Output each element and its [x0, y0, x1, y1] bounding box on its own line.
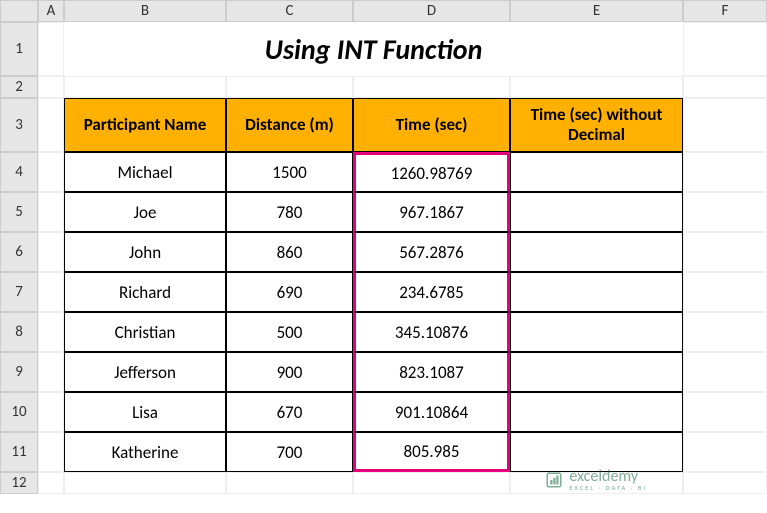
cell-D11[interactable]: 805.985 — [353, 432, 510, 472]
cell-B9[interactable]: Jefferson — [64, 352, 226, 392]
cell-D9[interactable]: 823.1087 — [353, 352, 510, 392]
row-header-10[interactable]: 10 — [0, 392, 38, 432]
cell-C2[interactable] — [226, 76, 353, 98]
cell-A5[interactable] — [38, 192, 64, 232]
select-all-corner[interactable] — [0, 0, 38, 22]
col-header-F[interactable]: F — [683, 0, 767, 22]
cell-B2[interactable] — [64, 76, 226, 98]
table-header-name[interactable]: Participant Name — [64, 98, 226, 152]
cell-C9[interactable]: 900 — [226, 352, 353, 392]
col-header-E[interactable]: E — [510, 0, 683, 22]
cell-A4[interactable] — [38, 152, 64, 192]
cell-A6[interactable] — [38, 232, 64, 272]
cell-D8[interactable]: 345.10876 — [353, 312, 510, 352]
cell-E2[interactable] — [510, 76, 683, 98]
cell-A12[interactable] — [38, 472, 64, 494]
row-header-2[interactable]: 2 — [0, 76, 38, 98]
cell-A9[interactable] — [38, 352, 64, 392]
page-title[interactable]: Using INT Function — [64, 22, 683, 76]
cell-F11[interactable] — [683, 432, 767, 472]
cell-F1[interactable] — [683, 22, 767, 76]
cell-C7[interactable]: 690 — [226, 272, 353, 312]
col-header-A[interactable]: A — [38, 0, 64, 22]
cell-C12[interactable] — [226, 472, 353, 494]
cell-C5[interactable]: 780 — [226, 192, 353, 232]
row-header-9[interactable]: 9 — [0, 352, 38, 392]
cell-A10[interactable] — [38, 392, 64, 432]
cell-C10[interactable]: 670 — [226, 392, 353, 432]
cell-A2[interactable] — [38, 76, 64, 98]
col-header-C[interactable]: C — [226, 0, 353, 22]
cell-E4[interactable] — [510, 152, 683, 192]
cell-F4[interactable] — [683, 152, 767, 192]
row-header-7[interactable]: 7 — [0, 272, 38, 312]
cell-B12[interactable] — [64, 472, 226, 494]
row-header-8[interactable]: 8 — [0, 312, 38, 352]
cell-E9[interactable] — [510, 352, 683, 392]
cell-E11[interactable] — [510, 432, 683, 472]
cell-A11[interactable] — [38, 432, 64, 472]
cell-D6[interactable]: 567.2876 — [353, 232, 510, 272]
table-header-nodec[interactable]: Time (sec) without Decimal — [510, 98, 683, 152]
cell-F9[interactable] — [683, 352, 767, 392]
cell-D10[interactable]: 901.10864 — [353, 392, 510, 432]
cell-C4[interactable]: 1500 — [226, 152, 353, 192]
cell-C8[interactable]: 500 — [226, 312, 353, 352]
row-header-1[interactable]: 1 — [0, 22, 38, 76]
col-header-D[interactable]: D — [353, 0, 510, 22]
cell-E12[interactable] — [510, 472, 683, 494]
cell-B8[interactable]: Christian — [64, 312, 226, 352]
cell-A8[interactable] — [38, 312, 64, 352]
cell-B6[interactable]: John — [64, 232, 226, 272]
cell-E5[interactable] — [510, 192, 683, 232]
cell-A7[interactable] — [38, 272, 64, 312]
table-header-time[interactable]: Time (sec) — [353, 98, 510, 152]
row-header-4[interactable]: 4 — [0, 152, 38, 192]
cell-F7[interactable] — [683, 272, 767, 312]
cell-A3[interactable] — [38, 98, 64, 152]
cell-F3[interactable] — [683, 98, 767, 152]
cell-F5[interactable] — [683, 192, 767, 232]
row-header-3[interactable]: 3 — [0, 98, 38, 152]
cell-D4[interactable]: 1260.98769 — [353, 152, 510, 192]
cell-A1[interactable] — [38, 22, 64, 76]
cell-B5[interactable]: Joe — [64, 192, 226, 232]
row-header-6[interactable]: 6 — [0, 232, 38, 272]
col-header-B[interactable]: B — [64, 0, 226, 22]
cell-E7[interactable] — [510, 272, 683, 312]
cell-E6[interactable] — [510, 232, 683, 272]
cell-C11[interactable]: 700 — [226, 432, 353, 472]
cell-D12[interactable] — [353, 472, 510, 494]
cell-D7[interactable]: 234.6785 — [353, 272, 510, 312]
row-header-11[interactable]: 11 — [0, 432, 38, 472]
spreadsheet-grid: A B C D E F 1 Using INT Function 2 3 Par… — [0, 0, 767, 494]
table-header-distance[interactable]: Distance (m) — [226, 98, 353, 152]
row-header-5[interactable]: 5 — [0, 192, 38, 232]
cell-F12[interactable] — [683, 472, 767, 494]
cell-B11[interactable]: Katherine — [64, 432, 226, 472]
cell-B7[interactable]: Richard — [64, 272, 226, 312]
cell-B4[interactable]: Michael — [64, 152, 226, 192]
cell-E8[interactable] — [510, 312, 683, 352]
cell-E10[interactable] — [510, 392, 683, 432]
cell-D2[interactable] — [353, 76, 510, 98]
cell-C6[interactable]: 860 — [226, 232, 353, 272]
cell-B10[interactable]: Lisa — [64, 392, 226, 432]
row-header-12[interactable]: 12 — [0, 472, 38, 494]
cell-F8[interactable] — [683, 312, 767, 352]
cell-F2[interactable] — [683, 76, 767, 98]
cell-F6[interactable] — [683, 232, 767, 272]
cell-F10[interactable] — [683, 392, 767, 432]
cell-D5[interactable]: 967.1867 — [353, 192, 510, 232]
